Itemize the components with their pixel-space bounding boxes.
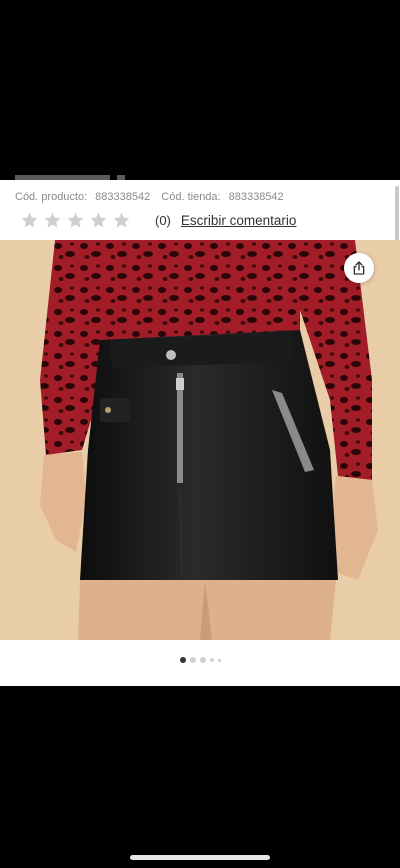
product-title-cut-off [15, 168, 395, 180]
product-photo-illustration [0, 240, 400, 640]
home-indicator[interactable] [130, 855, 270, 860]
store-code-label: Cód. tienda: [161, 191, 221, 203]
product-code-label: Cód. producto: [15, 191, 88, 203]
share-icon [353, 261, 365, 275]
star-icon[interactable] [112, 211, 131, 230]
title-text-remnant [15, 175, 125, 180]
review-count: (0) [155, 212, 171, 228]
carousel-dot[interactable] [189, 657, 196, 663]
star-icon[interactable] [89, 211, 108, 230]
write-review-link[interactable]: Escribir comentario [181, 213, 297, 228]
share-button[interactable] [344, 253, 374, 283]
product-codes: Cód. producto: 883338542 Cód. tienda: 8833… [15, 191, 292, 203]
carousel-dot[interactable] [217, 658, 221, 662]
product-code-value: 883338542 [95, 191, 151, 203]
star-icon[interactable] [20, 211, 39, 230]
carousel-dot[interactable] [179, 657, 186, 663]
store-code-value: 883338542 [228, 191, 284, 203]
star-icon[interactable] [43, 211, 62, 230]
carousel-dot[interactable] [199, 657, 206, 663]
rating-row: (0) Escribir comentario [20, 207, 296, 233]
status-area [0, 0, 400, 180]
carousel-pagination[interactable] [0, 654, 400, 666]
product-image[interactable] [0, 240, 400, 640]
star-icon[interactable] [66, 211, 85, 230]
carousel-dot[interactable] [209, 658, 214, 662]
